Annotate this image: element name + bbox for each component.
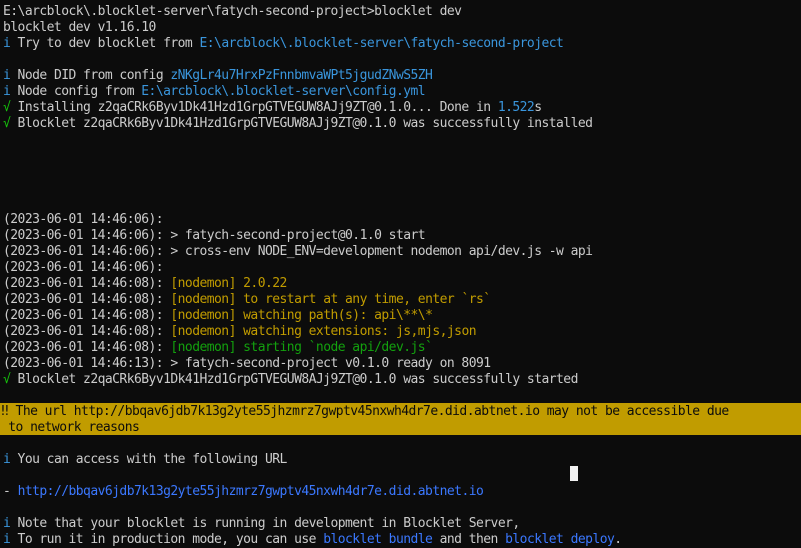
access-text: You can access with the following URL bbox=[10, 452, 288, 467]
log-timestamp: (2023-06-01 14:46:08): bbox=[3, 292, 164, 307]
access-line: i You can access with the following URL bbox=[3, 452, 287, 468]
log-timestamp: (2023-06-01 14:46:06): bbox=[3, 212, 164, 227]
log-tag: [nodemon] bbox=[163, 276, 236, 291]
url-line: - http://bbqav6jdb7k13g2yte55jhzmrz7gwpt… bbox=[3, 484, 484, 500]
warning-line: ‼ The url http://bbqav6jdb7k13g2yte55jhz… bbox=[1, 404, 729, 420]
log-line: (2023-06-01 14:46:06): > cross-env NODE_… bbox=[3, 244, 593, 260]
production-line: i To run it in production mode, you can … bbox=[3, 532, 622, 548]
node-did-line: i Node DID from config zNKgLr4u7HrxPzFnn… bbox=[3, 68, 433, 84]
production-text: To run it in production mode, you can us… bbox=[10, 532, 324, 547]
note-line: i Note that your blocklet is running in … bbox=[3, 516, 520, 532]
try-dev-line: i Try to dev blocklet from E:\arcblock\.… bbox=[3, 36, 564, 52]
installing-line: √ Installing z2qaCRk6Byv1Dk41Hzd1GrpGTVE… bbox=[3, 100, 542, 116]
install-time: 1.522 bbox=[497, 100, 535, 115]
project-path: E:\arcblock\.blocklet-server\fatych-seco… bbox=[199, 36, 564, 51]
log-message: to restart at any time, enter `rs` bbox=[235, 292, 491, 307]
try-dev-text: Try to dev blocklet from bbox=[10, 36, 200, 51]
terminal-window[interactable]: E:\arcblock\.blocklet-server\fatych-seco… bbox=[0, 0, 801, 548]
log-line: (2023-06-01 14:46:08): [nodemon] to rest… bbox=[3, 292, 491, 308]
started-line: √ Blocklet z2qaCRk6Byv1Dk41Hzd1GrpGTVEGU… bbox=[3, 372, 578, 388]
log-timestamp: (2023-06-01 14:46:08): bbox=[3, 324, 164, 339]
log-line: (2023-06-01 14:46:06): > fatych-second-p… bbox=[3, 228, 426, 244]
node-config-line: i Node config from E:\arcblock\.blocklet… bbox=[3, 84, 426, 100]
log-tag: [nodemon] bbox=[163, 324, 236, 339]
bundle-command: blocklet bundle bbox=[323, 532, 433, 547]
node-config-path: E:\arcblock\.blocklet-server\config.yml bbox=[141, 84, 426, 99]
log-line: (2023-06-01 14:46:13): > fatych-second-p… bbox=[3, 356, 491, 372]
version-line: blocklet dev v1.16.10 bbox=[3, 20, 156, 35]
log-message: 2.0.22 bbox=[235, 276, 287, 291]
log-timestamp: (2023-06-01 14:46:06): bbox=[3, 260, 164, 275]
installed-text: Blocklet z2qaCRk6Byv1Dk41Hzd1GrpGTVEGUW8… bbox=[10, 116, 593, 131]
production-text-middle: and then bbox=[432, 532, 506, 547]
log-tag: [nodemon] bbox=[163, 340, 236, 355]
log-timestamp: (2023-06-01 14:46:06): bbox=[3, 244, 164, 259]
access-url-link[interactable]: http://bbqav6jdb7k13g2yte55jhzmrz7gwptv4… bbox=[18, 484, 484, 499]
log-timestamp: (2023-06-01 14:46:13): bbox=[3, 356, 164, 371]
production-text-end: . bbox=[614, 532, 622, 547]
log-line: (2023-06-01 14:46:08): [nodemon] startin… bbox=[3, 340, 433, 356]
log-timestamp: (2023-06-01 14:46:08): bbox=[3, 340, 164, 355]
node-did-value: zNKgLr4u7HrxPzFnnbmvaWPt5jgudZNwS5ZH bbox=[170, 68, 433, 83]
log-line: (2023-06-01 14:46:06): bbox=[3, 260, 164, 276]
log-timestamp: (2023-06-01 14:46:08): bbox=[3, 308, 164, 323]
text-cursor bbox=[570, 466, 578, 481]
log-line: (2023-06-01 14:46:08): [nodemon] watchin… bbox=[3, 308, 433, 324]
url-bullet: - bbox=[3, 484, 11, 499]
log-line: (2023-06-01 14:46:06): bbox=[3, 212, 164, 228]
warning-line-continued: to network reasons bbox=[1, 420, 140, 435]
log-message: watching extensions: js,mjs,json bbox=[235, 324, 477, 339]
command-prompt-line: E:\arcblock\.blocklet-server\fatych-seco… bbox=[3, 4, 462, 19]
log-line: (2023-06-01 14:46:08): [nodemon] watchin… bbox=[3, 324, 477, 340]
note-text: Note that your blocklet is running in de… bbox=[10, 516, 521, 531]
install-time-unit: s bbox=[534, 100, 542, 115]
node-config-text: Node config from bbox=[10, 84, 142, 99]
log-timestamp: (2023-06-01 14:46:08): bbox=[3, 276, 164, 291]
log-line: (2023-06-01 14:46:08): [nodemon] 2.0.22 bbox=[3, 276, 287, 292]
log-message: > fatych-second-project@0.1.0 start bbox=[163, 228, 426, 243]
installed-line: √ Blocklet z2qaCRk6Byv1Dk41Hzd1GrpGTVEGU… bbox=[3, 116, 593, 132]
deploy-command: blocklet deploy bbox=[505, 532, 615, 547]
warning-text: The url http://bbqav6jdb7k13g2yte55jhzmr… bbox=[8, 404, 730, 419]
started-text: Blocklet z2qaCRk6Byv1Dk41Hzd1GrpGTVEGUW8… bbox=[10, 372, 579, 387]
log-tag: [nodemon] bbox=[163, 292, 236, 307]
log-timestamp: (2023-06-01 14:46:06): bbox=[3, 228, 164, 243]
log-message: starting `node api/dev.js` bbox=[235, 340, 433, 355]
log-message: > cross-env NODE_ENV=development nodemon… bbox=[163, 244, 593, 259]
log-message: watching path(s): api\**\* bbox=[235, 308, 433, 323]
node-did-text: Node DID from config bbox=[10, 68, 171, 83]
log-message: > fatych-second-project v0.1.0 ready on … bbox=[163, 356, 491, 371]
log-tag: [nodemon] bbox=[163, 308, 236, 323]
installing-text: Installing z2qaCRk6Byv1Dk41Hzd1GrpGTVEGU… bbox=[10, 100, 498, 115]
